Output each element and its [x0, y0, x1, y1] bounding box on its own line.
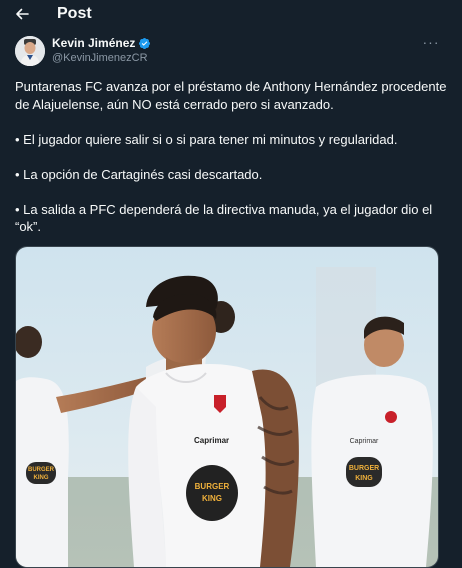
- jersey-logo-text: KING: [355, 475, 373, 482]
- page-title: Post: [57, 5, 92, 22]
- tweet-paragraph: • La opción de Cartaginés casi descartad…: [15, 166, 263, 182]
- jersey-logo-text: BURGER: [28, 467, 55, 473]
- tweet-media-photo[interactable]: BURGER KING BURGER KING Caprimar Caprima…: [15, 246, 439, 568]
- more-button[interactable]: ···: [420, 34, 442, 52]
- author-handle[interactable]: @KevinJimenezCR: [52, 52, 148, 64]
- jersey-sponsor-text: Caprimar: [194, 436, 229, 445]
- jersey-sponsor-text: Caprimar: [350, 438, 379, 445]
- top-bar: Post: [0, 0, 462, 28]
- photo-illustration: BURGER KING BURGER KING Caprimar Caprima…: [16, 247, 438, 567]
- author-name-row[interactable]: Kevin Jiménez: [52, 36, 151, 50]
- avatar[interactable]: [15, 36, 45, 66]
- jersey-logo-text: KING: [34, 475, 49, 481]
- back-arrow-icon: [16, 8, 29, 20]
- jersey-logo-text: BURGER: [195, 482, 230, 491]
- jersey-logo-text: KING: [202, 494, 222, 503]
- tweet-paragraph: • El jugador quiere salir si o si para t…: [15, 131, 398, 147]
- back-button[interactable]: [10, 3, 34, 25]
- author-name[interactable]: Kevin Jiménez: [52, 36, 135, 50]
- more-icon: ···: [422, 34, 440, 50]
- jersey-logo-text: BURGER: [349, 465, 379, 472]
- verified-icon: [139, 37, 151, 49]
- tweet-paragraph: Puntarenas FC avanza por el préstamo de …: [15, 79, 451, 112]
- tweet-paragraph: • La salida a PFC dependerá de la direct…: [15, 201, 436, 235]
- tweet-text: Puntarenas FC avanza por el préstamo de …: [15, 78, 447, 236]
